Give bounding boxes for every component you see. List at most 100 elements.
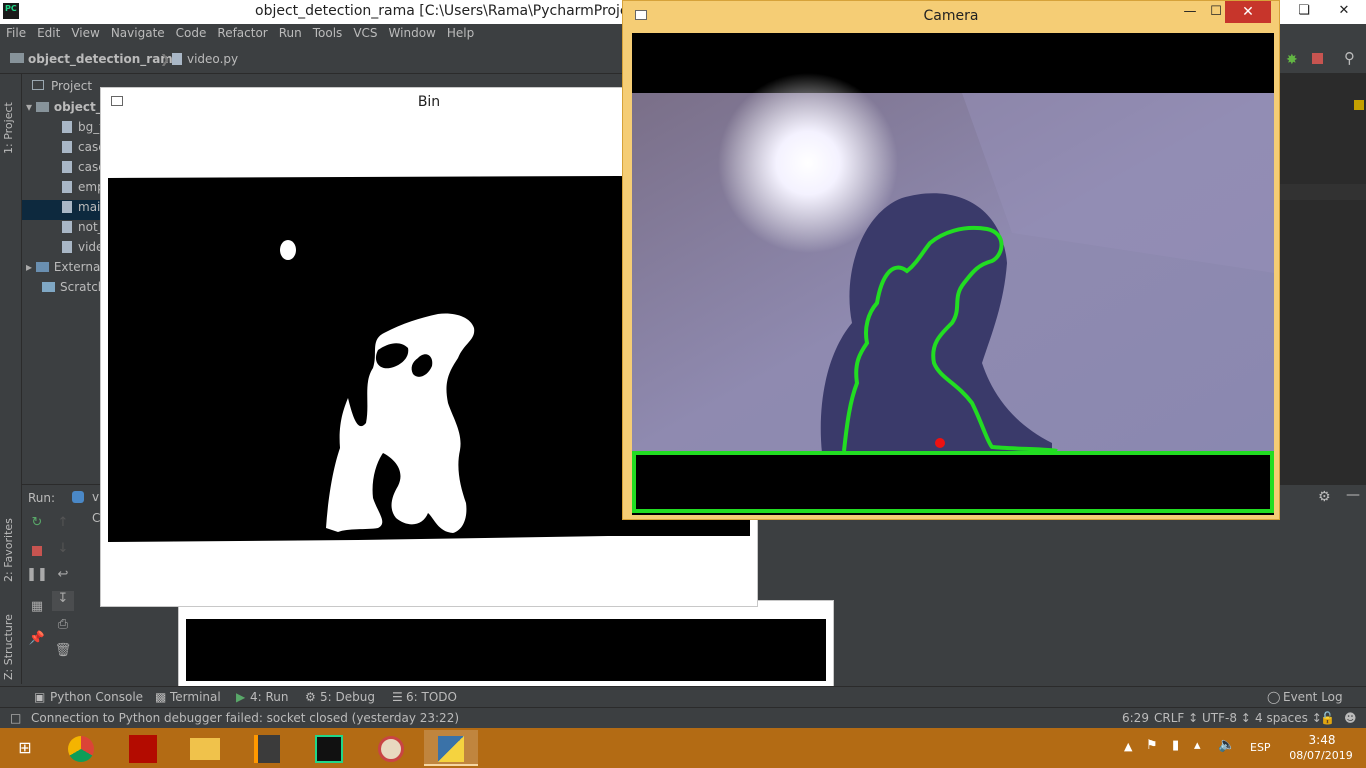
menu-edit[interactable]: Edit: [31, 24, 65, 40]
tray-expand-icon[interactable]: ▲: [1124, 740, 1132, 753]
acrobat-icon[interactable]: [116, 730, 170, 766]
window-title: object_detection_rama [C:\Users\Rama\Pyc…: [255, 3, 650, 19]
tab-structure[interactable]: Z: Structure: [2, 598, 15, 680]
tab-project[interactable]: 1: Project: [2, 84, 15, 154]
tab-favorites[interactable]: 2: Favorites: [2, 502, 15, 582]
current-line-highlight: [1280, 184, 1366, 200]
tab-run[interactable]: 4: Run: [250, 690, 289, 704]
close-button[interactable]: ✕: [1225, 1, 1271, 23]
stop-icon[interactable]: [26, 541, 48, 561]
tray-flag-icon[interactable]: ⚑: [1146, 738, 1158, 753]
python-file-icon: [62, 201, 72, 213]
centroid-marker: [935, 438, 945, 448]
debug-icon[interactable]: ✸: [1286, 52, 1298, 68]
breadcrumb-separator: ❯: [160, 52, 171, 66]
python-console-icon: ▣: [34, 690, 46, 704]
menu-run[interactable]: Run: [273, 24, 307, 40]
tab-python-console[interactable]: Python Console: [50, 690, 143, 704]
close-icon[interactable]: ✕: [1322, 0, 1366, 22]
rerun-icon[interactable]: ↻: [26, 515, 48, 535]
warning-marker-icon: [1354, 100, 1364, 110]
clock-date[interactable]: 08/07/2019: [1286, 749, 1356, 762]
library-icon: [35, 262, 49, 272]
python-taskbar-icon[interactable]: [424, 730, 478, 766]
debug-icon: ⚙: [305, 690, 316, 704]
windows-taskbar: ⊞ ▲ ⚑ ▮ ▴ 🔈 ESP 3:48 08/07/2019: [0, 728, 1366, 768]
minimize-icon[interactable]: —: [1179, 1, 1201, 23]
status-icon: □: [10, 711, 22, 725]
arrow-down-icon[interactable]: ↓: [52, 541, 74, 561]
status-message[interactable]: Connection to Python debugger failed: so…: [31, 711, 459, 725]
indent-setting[interactable]: 4 spaces ↕: [1255, 711, 1322, 725]
arrow-up-icon[interactable]: ↑: [52, 515, 74, 535]
python-file-icon: [62, 241, 72, 253]
soft-wrap-icon[interactable]: ↩: [52, 567, 74, 587]
event-log-button[interactable]: Event Log: [1283, 690, 1343, 704]
project-header[interactable]: Project: [51, 79, 92, 93]
python-file-icon: [62, 221, 72, 233]
tab-terminal[interactable]: Terminal: [170, 690, 221, 704]
scroll-to-end-icon[interactable]: ↧: [52, 591, 74, 611]
trash-icon[interactable]: 🗑: [52, 643, 74, 663]
menu-refactor[interactable]: Refactor: [211, 24, 272, 40]
python-icon: [72, 491, 84, 503]
python-file-icon: [62, 161, 72, 173]
menu-help[interactable]: Help: [441, 24, 479, 40]
tab-debug[interactable]: 5: Debug: [320, 690, 375, 704]
run-label: Run:: [28, 491, 56, 505]
menu-window[interactable]: Window: [383, 24, 441, 40]
tab-todo[interactable]: 6: TODO: [406, 690, 457, 704]
paint-icon[interactable]: [364, 730, 418, 766]
search-icon[interactable]: ⚲: [1344, 49, 1355, 67]
language-indicator[interactable]: ESP: [1250, 741, 1271, 754]
window-icon: [635, 10, 647, 20]
lock-icon[interactable]: 🔓: [1320, 711, 1335, 725]
restore-icon[interactable]: ❏: [1282, 0, 1326, 22]
menu-navigate[interactable]: Navigate: [105, 24, 170, 40]
breadcrumb-file[interactable]: video.py: [187, 52, 238, 66]
event-log-icon: ◯: [1267, 690, 1281, 704]
gear-icon[interactable]: ⚙: [1318, 489, 1331, 505]
battery-icon[interactable]: ▮: [1172, 738, 1179, 753]
menu-view[interactable]: View: [65, 24, 104, 40]
python-file-icon: [62, 121, 72, 133]
todo-icon: ☰: [392, 690, 403, 704]
sublime-text-icon[interactable]: [240, 730, 294, 766]
line-separator[interactable]: CRLF ↕: [1154, 711, 1198, 725]
clock-time[interactable]: 3:48: [1302, 733, 1342, 747]
run-icon: ▶: [236, 690, 246, 704]
status-bar: □ Connection to Python debugger failed: …: [0, 707, 1366, 728]
python-file-icon: [172, 53, 182, 65]
python-file-icon: [62, 141, 72, 153]
folder-icon: [10, 53, 24, 63]
chrome-icon[interactable]: [54, 730, 108, 766]
inspector-icon[interactable]: ☻: [1344, 711, 1357, 725]
volume-icon[interactable]: 🔈: [1218, 737, 1235, 753]
menu-code[interactable]: Code: [170, 24, 212, 40]
pin-icon[interactable]: 📌: [26, 631, 48, 651]
menu-file[interactable]: File: [0, 24, 31, 40]
windows-start-icon[interactable]: ⊞: [0, 730, 50, 766]
pause-icon[interactable]: ❚❚: [26, 567, 48, 587]
breadcrumb-project[interactable]: object_detection_rama: [28, 52, 181, 66]
layout-icon[interactable]: ▦: [26, 599, 48, 619]
project-view-icon: [32, 80, 44, 90]
folder-icon: [35, 102, 49, 112]
python-file-icon: [62, 181, 72, 193]
scratches-icon: [42, 282, 55, 292]
left-tool-strip: 1: Project 2: Favorites Z: Structure: [0, 74, 22, 684]
maximize-icon[interactable]: ☐: [1205, 1, 1227, 23]
camera-window: Camera — ☐ ✕: [622, 0, 1280, 520]
cursor-position[interactable]: 6:29: [1122, 711, 1149, 725]
file-encoding[interactable]: UTF-8 ↕: [1202, 711, 1251, 725]
minimize-icon[interactable]: —: [1346, 487, 1360, 503]
stop-icon[interactable]: [1312, 53, 1323, 64]
print-icon[interactable]: ⎙: [52, 617, 74, 637]
menu-tools[interactable]: Tools: [307, 24, 348, 40]
pycharm-taskbar-icon[interactable]: [302, 730, 356, 766]
network-icon[interactable]: ▴: [1194, 738, 1201, 753]
menu-vcs[interactable]: VCS: [347, 24, 382, 40]
terminal-icon: ▩: [155, 690, 167, 704]
camera-canvas: [632, 33, 1274, 515]
file-explorer-icon[interactable]: [178, 730, 232, 766]
